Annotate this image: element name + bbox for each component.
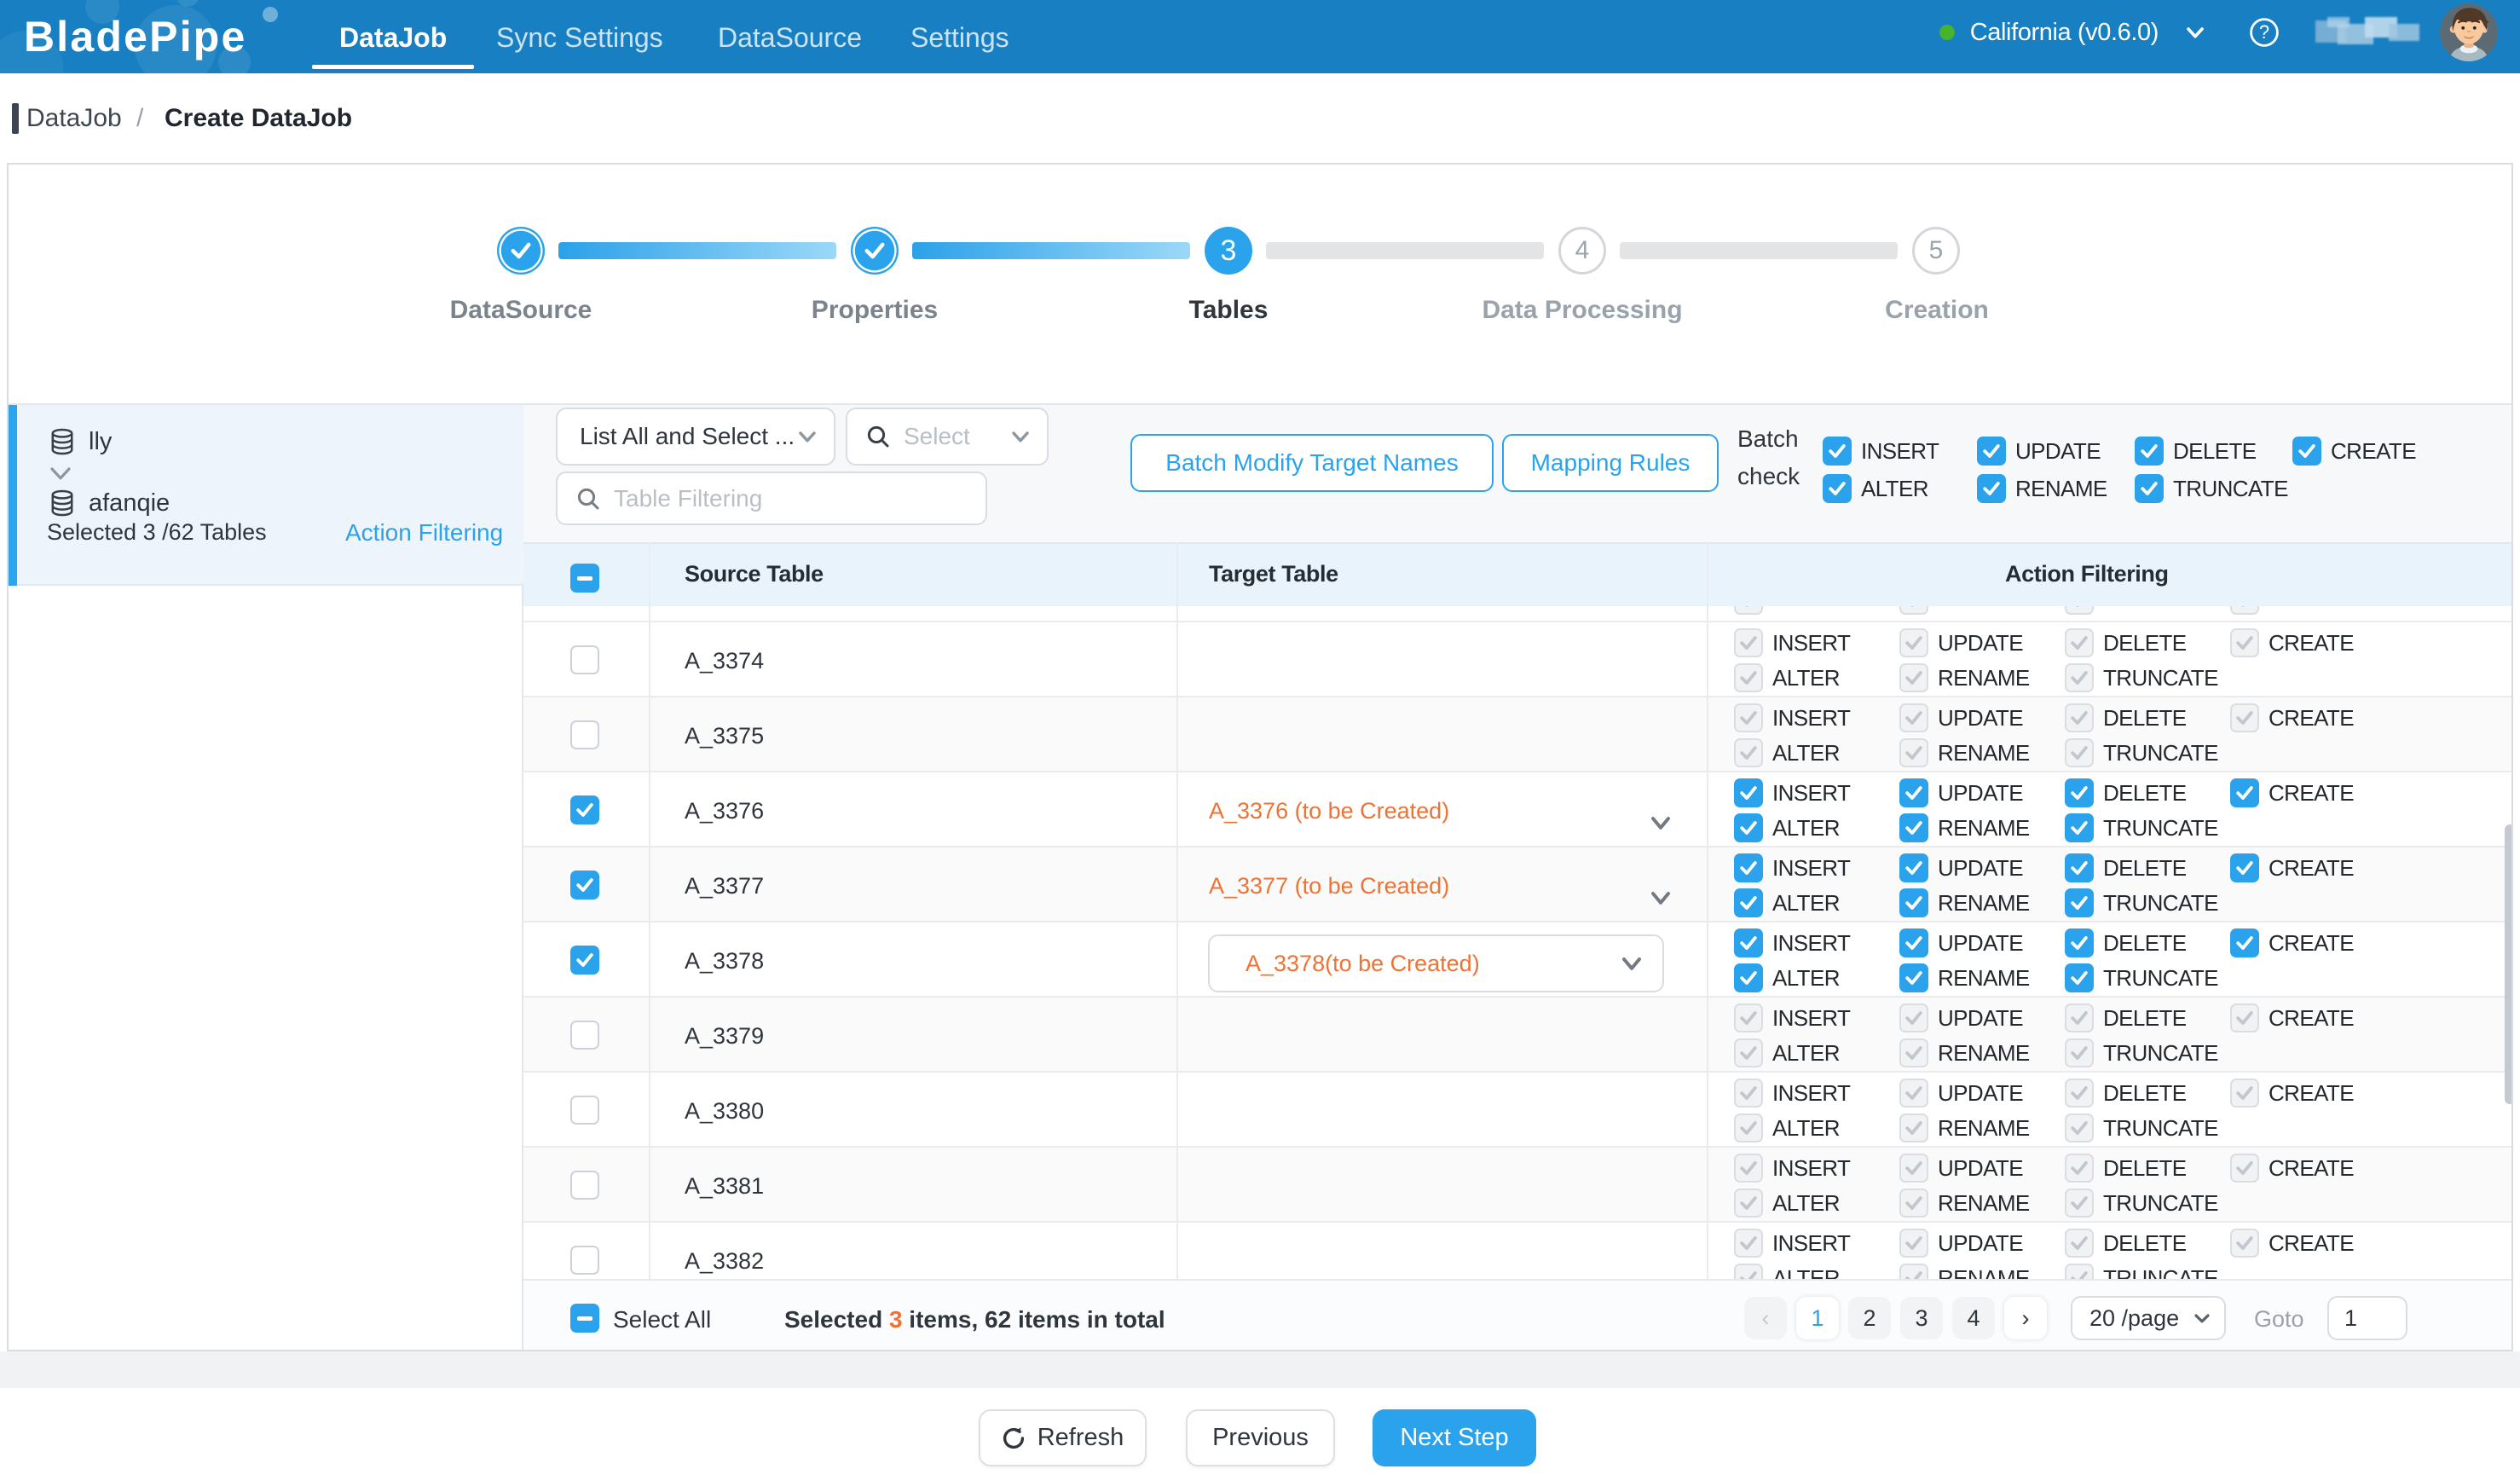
svg-text:?: ?: [2259, 21, 2269, 43]
